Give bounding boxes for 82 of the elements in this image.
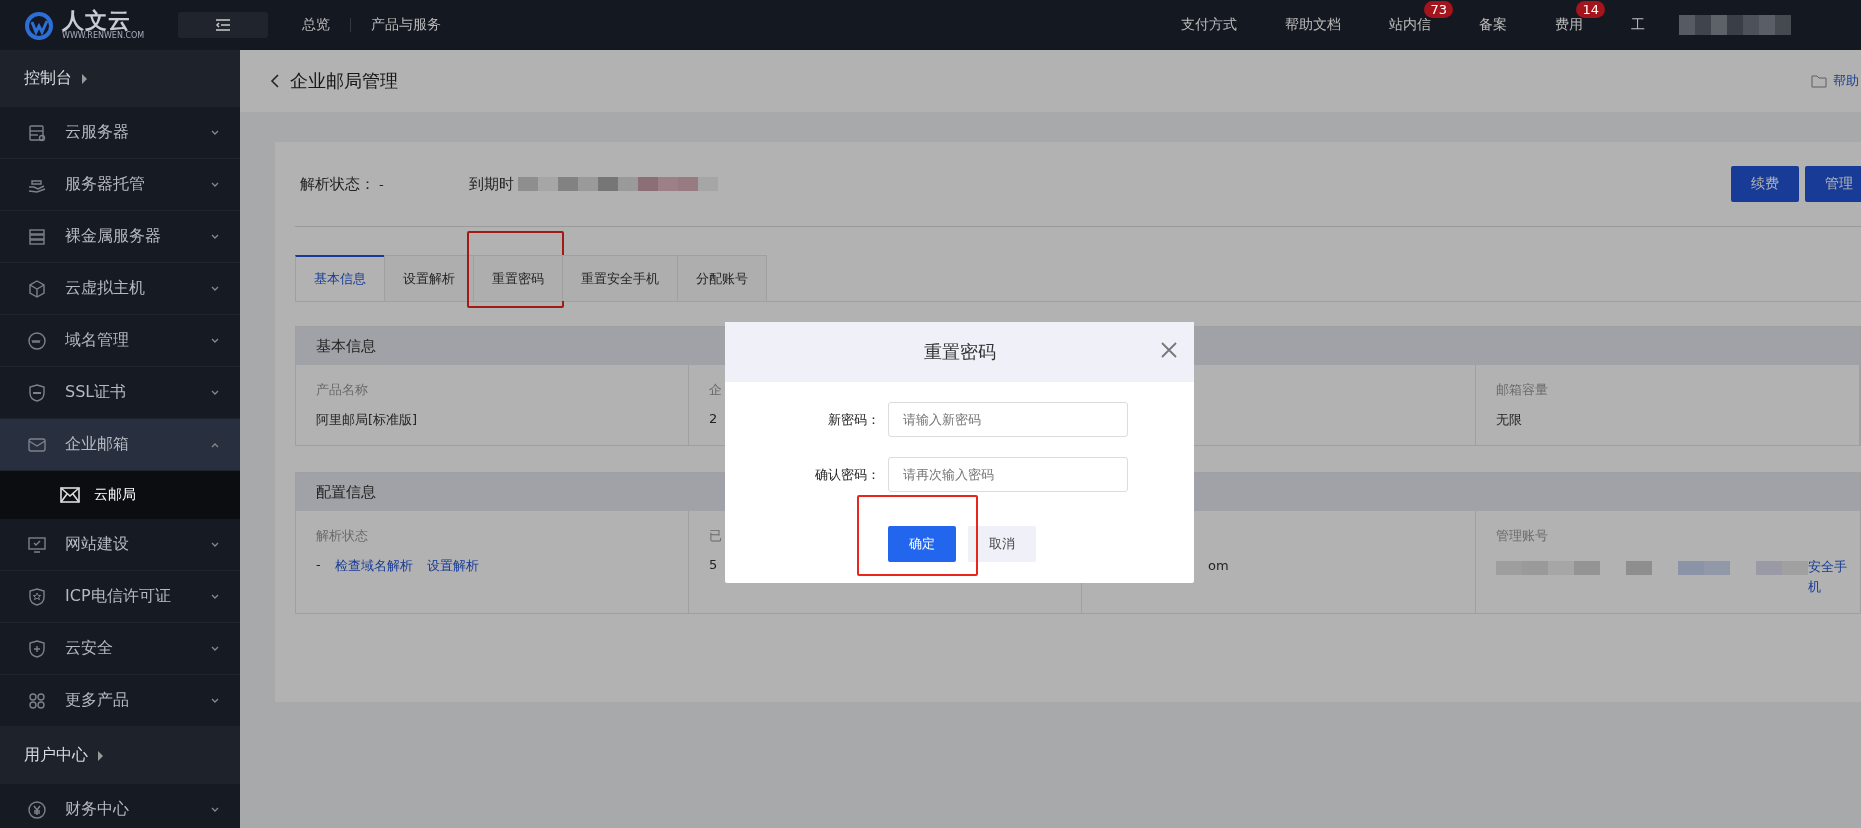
grid-icon bbox=[27, 690, 47, 711]
tab[interactable]: 基本信息 bbox=[295, 255, 385, 301]
logo-icon bbox=[24, 10, 56, 40]
text-link[interactable]: 检查域名解析 bbox=[334, 557, 413, 575]
heading-label: 控制台 bbox=[24, 68, 72, 89]
page-title: 企业邮局管理 bbox=[290, 69, 398, 93]
field-label: 产品名称 bbox=[316, 381, 368, 399]
tab[interactable]: 重置安全手机 bbox=[562, 255, 678, 301]
monitor-icon bbox=[27, 534, 47, 555]
item-label: 云虚拟主机 bbox=[65, 278, 145, 299]
item-label: ICP电信许可证 bbox=[65, 586, 171, 607]
status-value: - bbox=[379, 176, 385, 192]
field-value: om bbox=[1208, 558, 1229, 573]
password-field[interactable]: 请再次输入密码 bbox=[888, 457, 1128, 492]
item-label: 更多产品 bbox=[65, 690, 129, 711]
help-link[interactable]: 帮助 bbox=[1833, 72, 1859, 90]
subitem-label: 云邮局 bbox=[94, 486, 136, 504]
field-label: 企 bbox=[709, 381, 722, 399]
action-button[interactable]: 续费 bbox=[1731, 166, 1799, 202]
top-link[interactable]: 支付方式 bbox=[1157, 16, 1261, 34]
action-button[interactable]: 管理 bbox=[1805, 166, 1861, 202]
shield-icon bbox=[27, 382, 47, 403]
confirm-button[interactable]: 确定 bbox=[888, 526, 956, 562]
sidebar-item[interactable]: 企业邮箱 bbox=[0, 419, 240, 471]
close-icon[interactable] bbox=[1160, 341, 1178, 359]
field-value: 阿里邮局[标准版] bbox=[316, 411, 418, 429]
top-link[interactable]: 工 bbox=[1607, 16, 1669, 34]
menu-icon bbox=[216, 19, 230, 31]
item-label: 财务中心 bbox=[65, 799, 129, 820]
field-value: 5 bbox=[709, 557, 718, 572]
item-label: 企业邮箱 bbox=[65, 434, 129, 455]
item-label: 网站建设 bbox=[65, 534, 129, 555]
dialog-title: 重置密码 bbox=[923, 340, 996, 364]
rack-icon bbox=[27, 226, 47, 247]
count-badge: 14 bbox=[1576, 1, 1605, 18]
cube-icon bbox=[27, 278, 47, 299]
field-label: 解析状态 bbox=[316, 527, 368, 545]
item-label: 云安全 bbox=[65, 638, 113, 659]
cancel-button[interactable]: 取消 bbox=[968, 526, 1036, 562]
caret-icon bbox=[82, 73, 87, 84]
top-link[interactable]: 站内信 bbox=[1365, 16, 1455, 34]
field-label: 管理账号 bbox=[1496, 527, 1548, 545]
field-value: 无限 bbox=[1496, 411, 1522, 429]
back-icon[interactable] bbox=[270, 74, 280, 88]
caret-icon bbox=[98, 750, 103, 761]
item-label: 裸金属服务器 bbox=[65, 226, 161, 247]
tab[interactable]: 重置密码 bbox=[473, 255, 563, 301]
item-label: 域名管理 bbox=[65, 330, 129, 351]
logo-url: WWW.RENWEN.COM bbox=[62, 32, 145, 40]
nav-link[interactable]: 产品与服务 bbox=[351, 16, 461, 34]
item-label: 服务器托管 bbox=[65, 174, 145, 195]
item-label: 云服务器 bbox=[65, 122, 129, 143]
sidebar-subitem[interactable]: 云邮局 bbox=[0, 471, 240, 519]
field-value: 2 bbox=[709, 411, 718, 426]
field-value: - bbox=[316, 557, 321, 572]
tab[interactable]: 分配账号 bbox=[677, 255, 767, 301]
status-label: 解析状态： bbox=[299, 174, 375, 194]
field-label: 已 bbox=[709, 527, 722, 545]
tab[interactable]: 设置解析 bbox=[384, 255, 474, 301]
expiry-label: 到期时 bbox=[469, 174, 514, 194]
sidebar-heading[interactable]: 用户中心 bbox=[0, 727, 240, 784]
yen-icon bbox=[27, 799, 47, 820]
field-label: 新密码： bbox=[827, 410, 881, 429]
count-badge: 73 bbox=[1424, 1, 1453, 18]
text-link[interactable]: 设置解析 bbox=[426, 557, 479, 575]
shield-plus-icon bbox=[27, 638, 47, 659]
item-label: SSL证书 bbox=[65, 382, 127, 403]
logo-text: 人文云 bbox=[62, 10, 131, 32]
menu-button[interactable] bbox=[178, 12, 268, 38]
top-link[interactable]: 帮助文档 bbox=[1261, 16, 1365, 34]
shield-star-icon bbox=[27, 586, 47, 607]
nav-link[interactable]: 总览 bbox=[282, 16, 350, 34]
server-icon bbox=[27, 122, 47, 143]
field-label: 邮箱容量 bbox=[1496, 381, 1548, 399]
sidebar-heading[interactable]: 控制台 bbox=[0, 50, 240, 107]
folder-icon bbox=[1811, 74, 1827, 88]
top-link[interactable]: 费用 bbox=[1531, 16, 1607, 34]
heading-label: 用户中心 bbox=[24, 745, 88, 766]
text-link[interactable]: 安全手机 bbox=[1808, 557, 1848, 597]
password-field[interactable]: 请输入新密码 bbox=[888, 402, 1128, 437]
top-link[interactable]: 备案 bbox=[1455, 16, 1531, 34]
envelope-icon bbox=[60, 487, 80, 503]
